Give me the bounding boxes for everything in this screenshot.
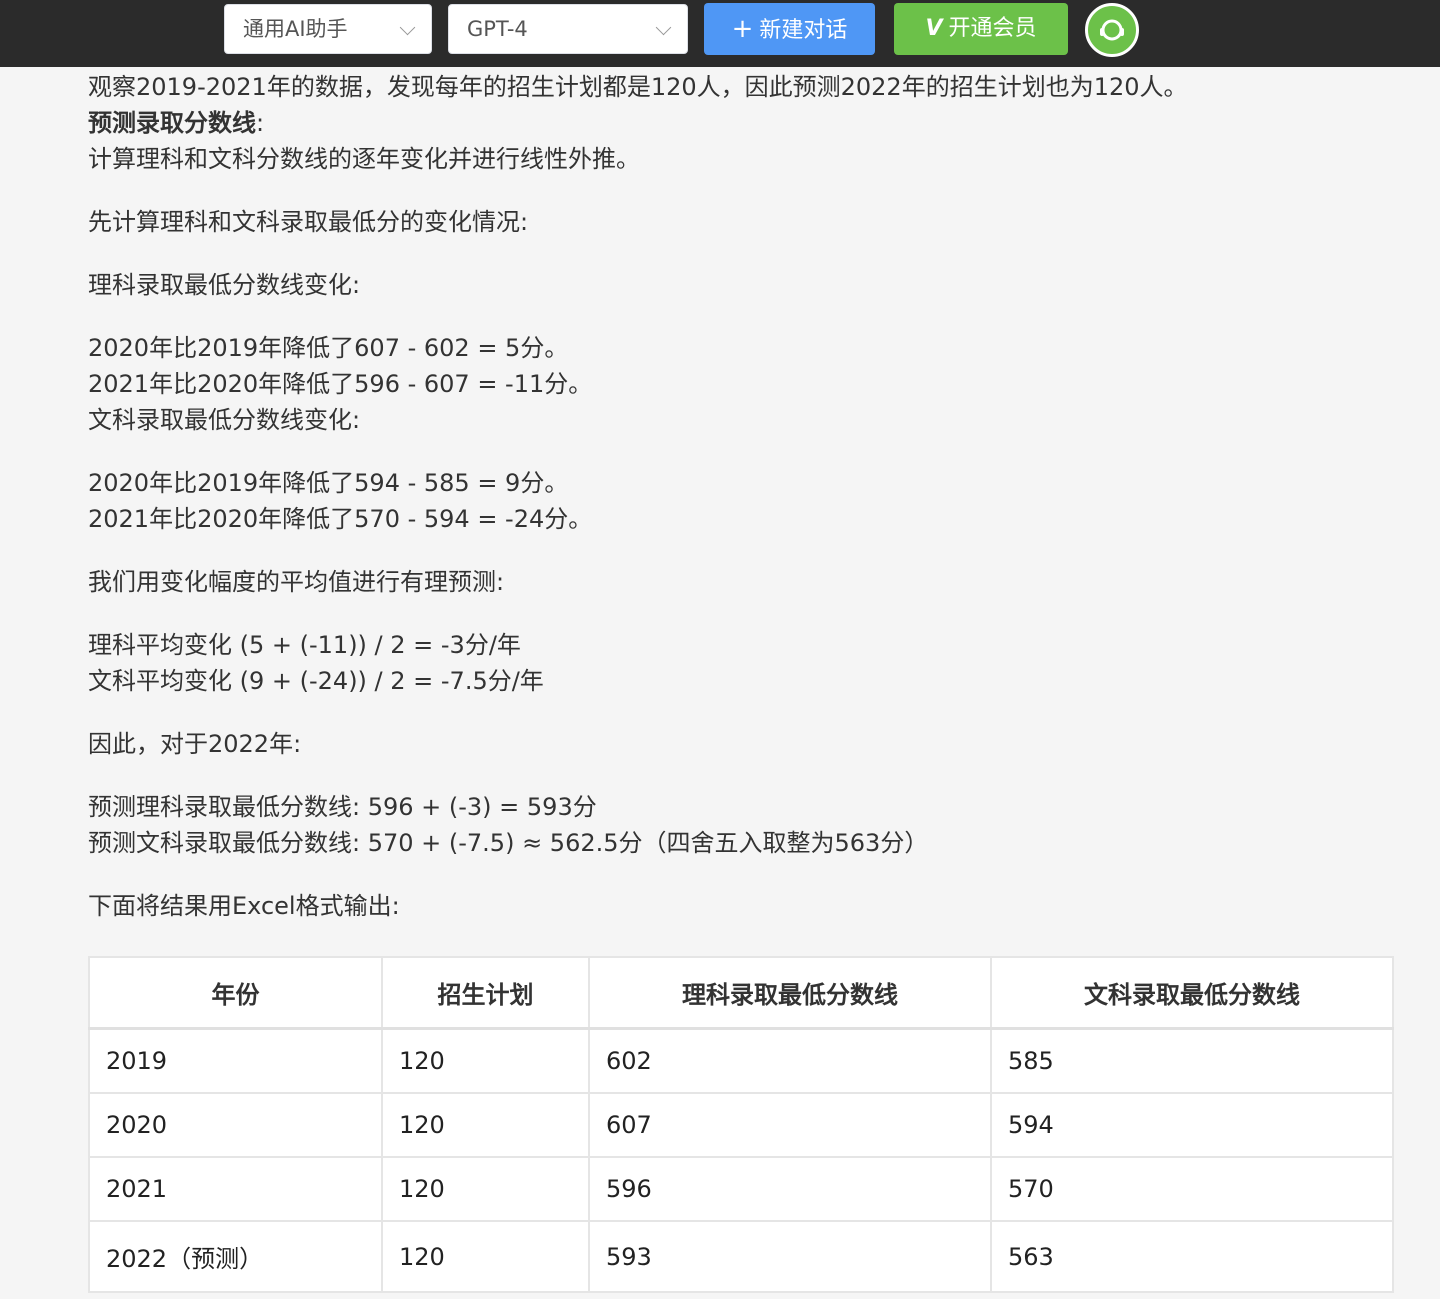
- table-cell: 120: [381, 1220, 590, 1293]
- answer-line: 下面将结果用Excel格式输出:: [88, 892, 400, 920]
- table-row: 2021 120 596 570: [88, 1156, 1394, 1222]
- section-heading: 预测录取分数线:: [88, 105, 1398, 141]
- assistant-select[interactable]: 通用AI助手: [224, 4, 432, 54]
- answer-line: 2020年比2019年降低了607 - 602 = 5分。: [88, 334, 569, 362]
- table-cell: 596: [588, 1156, 992, 1222]
- table-header-cell: 文科录取最低分数线: [990, 956, 1394, 1030]
- vip-label: 开通会员: [948, 16, 1037, 41]
- model-select[interactable]: GPT-4: [448, 4, 688, 54]
- answer-line: 预测文科录取最低分数线: 570 + (-7.5) ≈ 562.5分（四舍五入取…: [88, 829, 929, 857]
- table-cell: 585: [990, 1027, 1394, 1094]
- answer-line: 因此，对于2022年:: [88, 730, 302, 758]
- table-cell: 563: [990, 1220, 1394, 1293]
- answer-line: 文科录取最低分数线变化:: [88, 406, 361, 434]
- answer-line: 2020年比2019年降低了594 - 585 = 9分。: [88, 469, 569, 497]
- table-cell: 602: [588, 1027, 992, 1094]
- chevron-down-icon: [655, 19, 672, 36]
- table-row: 2020 120 607 594: [88, 1092, 1394, 1158]
- table-row: 2022（预测） 120 593 563: [88, 1220, 1394, 1293]
- support-icon: [1100, 19, 1124, 41]
- table-cell: 570: [990, 1156, 1394, 1222]
- table-cell: 2022（预测）: [88, 1220, 383, 1293]
- answer-line: 文科平均变化 (9 + (-24)) / 2 = -7.5分/年: [88, 667, 544, 695]
- section-heading-colon: :: [256, 109, 265, 137]
- answer-text: 观察2019-2021年的数据，发现每年的招生计划都是120人，因此预测2022…: [88, 67, 1398, 924]
- answer-line: 计算理科和文科分数线的逐年变化并进行线性外推。: [88, 145, 640, 173]
- table-cell: 607: [588, 1092, 992, 1158]
- table-row: 2019 120 602 585: [88, 1027, 1394, 1094]
- table-header-cell: 年份: [88, 956, 383, 1030]
- answer-line: 预测理科录取最低分数线: 596 + (-3) = 593分: [88, 793, 597, 821]
- chevron-down-icon: [399, 19, 416, 36]
- vip-button[interactable]: V 开通会员: [894, 3, 1068, 55]
- section-heading-text: 预测录取分数线: [88, 109, 256, 137]
- answer-line: 2021年比2020年降低了570 - 594 = -24分。: [88, 505, 593, 533]
- table-cell: 593: [588, 1220, 992, 1293]
- plus-icon: +: [731, 14, 754, 44]
- answer-line: 理科平均变化 (5 + (-11)) / 2 = -3分/年: [88, 631, 521, 659]
- table-cell: 2019: [88, 1027, 383, 1094]
- table-cell: 120: [381, 1156, 590, 1222]
- table-cell: 594: [990, 1092, 1394, 1158]
- model-select-value: GPT-4: [467, 17, 528, 41]
- new-chat-label: 新建对话: [759, 18, 848, 43]
- table-cell: 2020: [88, 1092, 383, 1158]
- top-toolbar: 通用AI助手 GPT-4 + 新建对话 V 开通会员: [0, 0, 1440, 67]
- table-header-row: 年份 招生计划 理科录取最低分数线 文科录取最低分数线: [88, 956, 1394, 1030]
- answer-line: 观察2019-2021年的数据，发现每年的招生计划都是120人，因此预测2022…: [88, 73, 1188, 101]
- answer-line: 理科录取最低分数线变化:: [88, 271, 361, 299]
- new-chat-button[interactable]: + 新建对话: [704, 3, 875, 55]
- table-header-cell: 理科录取最低分数线: [588, 956, 992, 1030]
- user-avatar[interactable]: [1085, 3, 1139, 57]
- assistant-select-value: 通用AI助手: [243, 17, 348, 41]
- vip-icon: V: [925, 16, 943, 41]
- table-cell: 120: [381, 1027, 590, 1094]
- answer-line: 2021年比2020年降低了596 - 607 = -11分。: [88, 370, 593, 398]
- answer-line: 先计算理科和文科录取最低分的变化情况:: [88, 208, 529, 236]
- table-cell: 2021: [88, 1156, 383, 1222]
- table-header-cell: 招生计划: [381, 956, 590, 1030]
- answer-line: 我们用变化幅度的平均值进行有理预测:: [88, 568, 505, 596]
- table-cell: 120: [381, 1092, 590, 1158]
- result-table: 年份 招生计划 理科录取最低分数线 文科录取最低分数线 2019 120 602…: [88, 956, 1394, 1293]
